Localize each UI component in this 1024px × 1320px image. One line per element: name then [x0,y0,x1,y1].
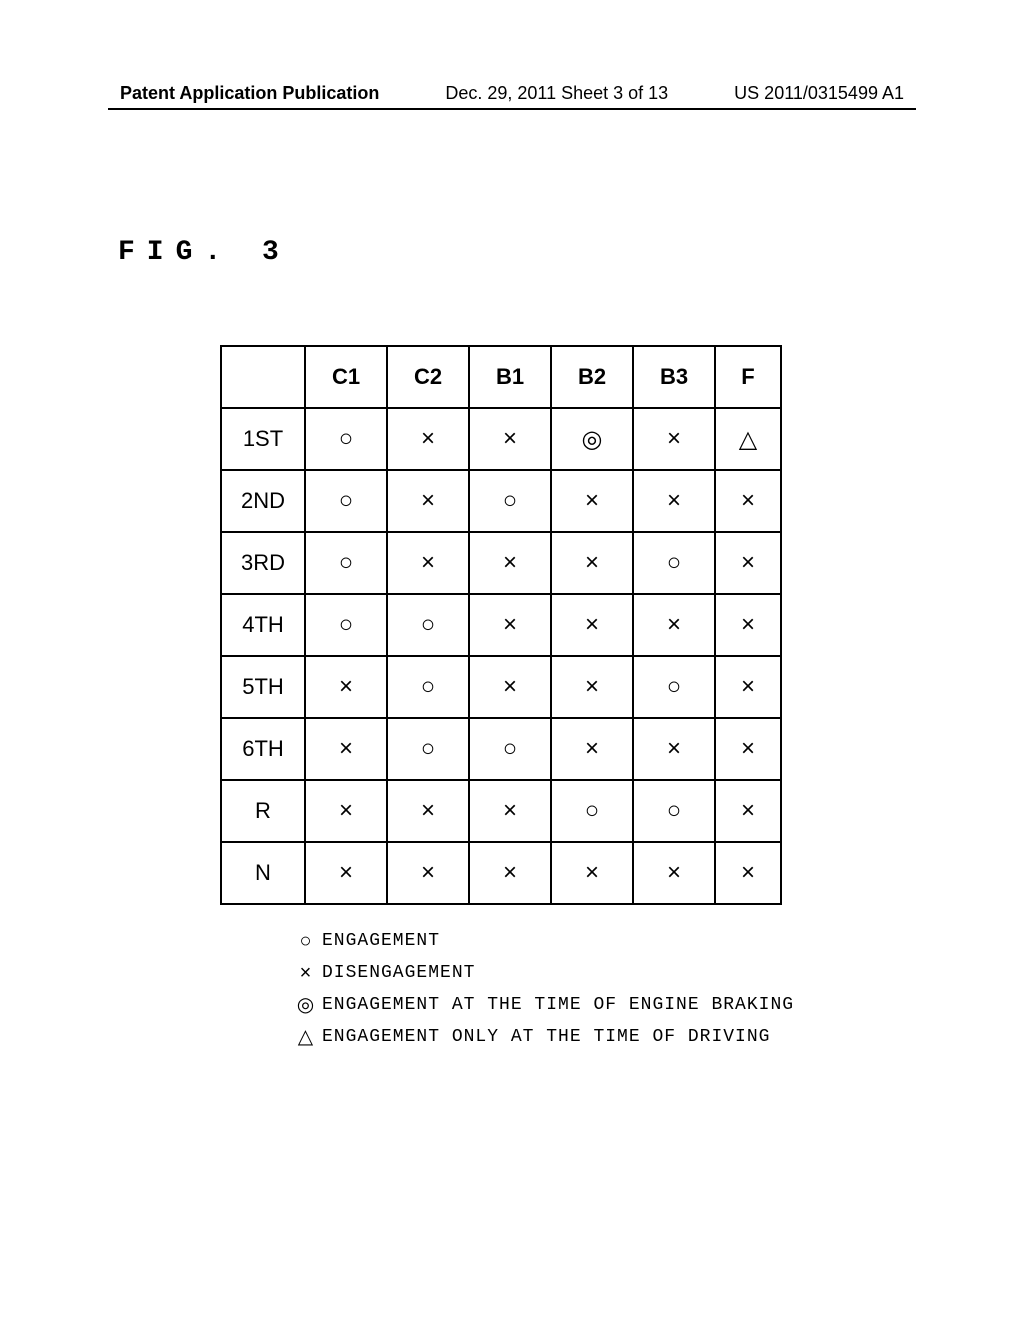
cell: ○ [387,656,469,718]
table-row: 5TH × ○ × × ○ × [221,656,781,718]
engagement-table: C1 C2 B1 B2 B3 F 1ST ○ × × ◎ × △ 2ND ○ × [220,345,782,905]
cell: ○ [551,780,633,842]
table-row: N × × × × × × [221,842,781,904]
cell: × [551,842,633,904]
cell: × [387,470,469,532]
table-header-row: C1 C2 B1 B2 B3 F [221,346,781,408]
cell: ○ [469,718,551,780]
row-label: 4TH [221,594,305,656]
header-b3: B3 [633,346,715,408]
cell: × [715,470,781,532]
cell: ○ [305,470,387,532]
header-rule [108,108,916,110]
cell: × [469,656,551,718]
cell: × [633,408,715,470]
cell: × [387,842,469,904]
cell: × [305,718,387,780]
row-label: R [221,780,305,842]
table-row: 4TH ○ ○ × × × × [221,594,781,656]
header-right: US 2011/0315499 A1 [734,83,904,104]
double-circle-icon: ◎ [290,990,322,1020]
table-row: 3RD ○ × × × ○ × [221,532,781,594]
cell: × [387,408,469,470]
legend-text: ENGAGEMENT [322,928,440,955]
table-row: 1ST ○ × × ◎ × △ [221,408,781,470]
cell: ○ [633,532,715,594]
row-label: 1ST [221,408,305,470]
cell: × [469,594,551,656]
legend: ○ ENGAGEMENT × DISENGAGEMENT ◎ ENGAGEMEN… [290,926,794,1054]
cell: × [469,842,551,904]
cell: × [387,780,469,842]
circle-icon: ○ [290,926,322,956]
cell: × [551,532,633,594]
cell: × [551,656,633,718]
cell: × [715,780,781,842]
cell: ○ [633,656,715,718]
cell: × [387,532,469,594]
cell: ○ [305,594,387,656]
figure-label: FIG. 3 [118,237,291,268]
legend-item: × DISENGAGEMENT [290,958,794,988]
header-c2: C2 [387,346,469,408]
cell: × [633,842,715,904]
table-row: 6TH × ○ ○ × × × [221,718,781,780]
header-f: F [715,346,781,408]
row-label: 2ND [221,470,305,532]
legend-text: ENGAGEMENT ONLY AT THE TIME OF DRIVING [322,1024,770,1051]
row-label: N [221,842,305,904]
cell: × [633,470,715,532]
header-b2: B2 [551,346,633,408]
header-center: Dec. 29, 2011 Sheet 3 of 13 [445,83,668,104]
cell: △ [715,408,781,470]
triangle-icon: △ [290,1022,322,1052]
cell: × [715,532,781,594]
legend-text: DISENGAGEMENT [322,960,475,987]
cell: ◎ [551,408,633,470]
cell: × [715,656,781,718]
cell: × [305,842,387,904]
cell: ○ [305,532,387,594]
legend-item: ◎ ENGAGEMENT AT THE TIME OF ENGINE BRAKI… [290,990,794,1020]
table-row: R × × × ○ ○ × [221,780,781,842]
header-blank [221,346,305,408]
row-label: 6TH [221,718,305,780]
cell: ○ [633,780,715,842]
cross-icon: × [290,958,322,988]
table-row: 2ND ○ × ○ × × × [221,470,781,532]
cell: × [305,656,387,718]
header-left: Patent Application Publication [120,83,379,104]
cell: ○ [469,470,551,532]
header-b1: B1 [469,346,551,408]
cell: × [305,780,387,842]
cell: × [715,842,781,904]
row-label: 3RD [221,532,305,594]
cell: × [469,780,551,842]
legend-item: △ ENGAGEMENT ONLY AT THE TIME OF DRIVING [290,1022,794,1052]
cell: × [551,594,633,656]
cell: × [715,718,781,780]
row-label: 5TH [221,656,305,718]
cell: × [469,532,551,594]
cell: ○ [305,408,387,470]
cell: × [633,718,715,780]
cell: × [633,594,715,656]
cell: ○ [387,594,469,656]
cell: × [551,470,633,532]
cell: × [469,408,551,470]
header-c1: C1 [305,346,387,408]
legend-text: ENGAGEMENT AT THE TIME OF ENGINE BRAKING [322,992,794,1019]
cell: × [715,594,781,656]
page-header: Patent Application Publication Dec. 29, … [0,83,1024,104]
cell: ○ [387,718,469,780]
cell: × [551,718,633,780]
legend-item: ○ ENGAGEMENT [290,926,794,956]
